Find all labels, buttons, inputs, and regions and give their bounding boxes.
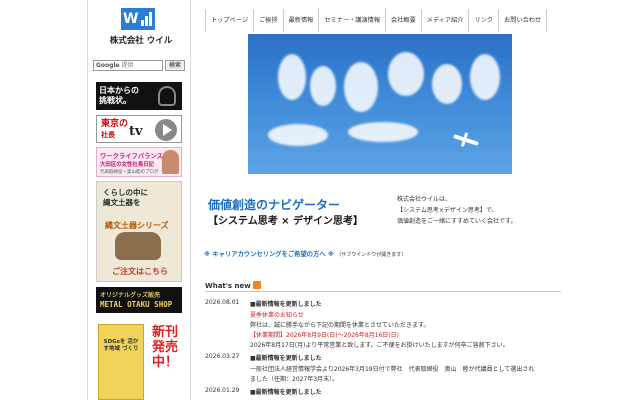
banner-jomon-pottery[interactable]: くらしの中に 縄文土器を 縄文土器シリーズ ご注文はこちら — [96, 181, 182, 282]
left-sidebar: W 株式会社 ウイル Google 提供 検索 日本からの 挑戦状。 東京の 社… — [87, 0, 191, 400]
news-line: 一般社団法人経営情報学会より2026年3月19日付で弊社 代表取締役 奥山 睦が… — [250, 366, 535, 373]
tagline-description: 株式会社ウイルは、 【システム思考×デザイン思考】で、 価値創造をご一緒にすすめ… — [397, 194, 537, 227]
search-placeholder-brand: Google — [96, 62, 120, 69]
news-date: 2026.03.27 — [205, 353, 240, 360]
banner-challenge-text: 日本からの 挑戦状。 — [99, 85, 139, 105]
play-icon — [155, 119, 177, 141]
banner-tokyo-tv[interactable]: 東京の 社長 tv — [96, 115, 182, 143]
news-line: 【休業期間】2026年8月9日(日)〜2026年8月16日(日) — [250, 332, 399, 339]
news-headline: ■最新情報を更新しました — [250, 301, 322, 308]
banner-otaku-line1: オリジナルグッズ販売 — [100, 292, 161, 299]
rss-icon[interactable] — [252, 281, 261, 289]
banner-tokyo-line1: 東京の — [101, 119, 129, 129]
company-logo[interactable]: W 株式会社 ウイル — [88, 0, 190, 54]
nav-greeting[interactable]: ご挨拶 — [253, 9, 283, 32]
logo-mark-icon: W — [121, 8, 155, 30]
main-nav: トップページ ご挨拶 最新情報 セミナー・講演情報 会社概要 メディア紹介 リン… — [205, 9, 548, 32]
news-item: 2026.08.01 ■最新情報を更新しました 夏季休業のお知らせ 弊社は、誠に… — [205, 299, 555, 355]
nav-news[interactable]: 最新情報 — [282, 9, 319, 32]
banner-challenge[interactable]: 日本からの 挑戦状。 — [96, 82, 182, 110]
news-line: 弊社は、誠に勝手ながら下記の期間を休業とさせていただきます。 — [250, 322, 430, 329]
search-input[interactable]: Google 提供 — [93, 60, 163, 71]
new-release-badge: 新刊発売中！ — [151, 325, 178, 370]
site-search: Google 提供 検索 — [93, 60, 185, 72]
tagline-desc-line2: 【システム思考×デザイン思考】で、 — [397, 207, 498, 214]
nav-company[interactable]: 会社概要 — [385, 9, 421, 32]
banner-jomon-heading: くらしの中に 縄文土器を — [103, 188, 177, 208]
career-counseling-link[interactable]: ※ キャリアカウンセリングをご希望の方へ ※ （サブウインドウが開きます） — [204, 249, 406, 258]
nav-seminar[interactable]: セミナー・講演情報 — [318, 9, 385, 32]
banner-worklife-line2: 大田区の女性社長日記 — [100, 162, 154, 168]
nav-top[interactable]: トップページ — [205, 9, 253, 32]
banner-tokyo-tv-text: tv — [129, 124, 143, 139]
search-button[interactable]: 検索 — [165, 60, 185, 71]
whats-new-title: What's new — [205, 282, 251, 290]
career-link-label: ※ キャリアカウンセリングをご希望の方へ ※ — [204, 251, 334, 258]
news-line: 2026年8月17日(月)より平常営業と致します。ご不便をお掛けいたしますが何卒… — [250, 342, 509, 349]
news-item: 2026.03.27 ■最新情報を更新しました 一般社団法人経営情報学会より20… — [205, 353, 555, 387]
tagline-desc-line1: 株式会社ウイルは、 — [397, 196, 452, 203]
banner-worklife-blog[interactable]: ワークライフバランス 大田区の女性社長日記 代表取締役・奥山睦のブログ — [96, 147, 182, 177]
nav-media[interactable]: メディア紹介 — [420, 9, 469, 32]
banner-jomon-line1: くらしの中に — [103, 188, 148, 197]
banner-challenge-line2: 挑戦状。 — [99, 95, 131, 105]
book-cover: SDGsを 活かす地域 づくり — [98, 324, 144, 400]
logo-bars-icon — [141, 12, 152, 26]
search-placeholder-suffix: 提供 — [121, 62, 134, 69]
banner-metal-otaku[interactable]: オリジナルグッズ販売 METAL OTAKU SHOP — [96, 287, 182, 313]
banner-worklife-line3: 代表取締役・奥山睦のブログ — [100, 170, 159, 175]
banner-new-book[interactable]: SDGsを 活かす地域 づくり 新刊発売中！ — [96, 320, 182, 400]
banner-tokyo-line2: 社長 — [101, 130, 115, 139]
news-line: 夏季休業のお知らせ — [250, 312, 304, 319]
book-title: SDGsを 活かす地域 づくり — [103, 339, 139, 352]
banner-worklife-line1: ワークライフバランス — [100, 153, 163, 160]
tagline-desc-line3: 価値創造をご一緒にすすめていく会社です。 — [397, 218, 517, 225]
pottery-image — [115, 232, 161, 260]
news-date: 2026.08.01 — [205, 299, 240, 306]
banner-jomon-series: 縄文土器シリーズ — [105, 220, 169, 230]
nav-links[interactable]: リンク — [468, 9, 498, 32]
portrait-photo — [162, 150, 179, 174]
hero-sky-image — [248, 34, 512, 174]
news-item: 2026.01.29 ■最新情報を更新しました — [205, 387, 555, 399]
product-image-icon — [158, 86, 176, 106]
nav-contact[interactable]: お問い合わせ — [498, 9, 548, 32]
banner-otaku-line2: METAL OTAKU SHOP — [100, 300, 173, 309]
banner-jomon-line2: 縄文土器を — [103, 198, 141, 207]
company-name: 株式会社 ウイル — [109, 36, 173, 46]
logo-letter: W — [123, 11, 139, 27]
news-headline: ■最新情報を更新しました — [250, 355, 322, 362]
news-headline: ■最新情報を更新しました — [250, 389, 322, 396]
tagline-subtitle: 【システム思考 × デザイン思考】 — [208, 216, 364, 227]
banner-jomon-cta: ご注文はこちら — [112, 267, 168, 276]
news-date: 2026.01.29 — [205, 387, 240, 394]
news-line: ました（任期：2027年3月末）。 — [250, 376, 339, 383]
tagline-title: 価値創造のナビゲーター — [208, 198, 341, 212]
career-link-note: （サブウインドウが開きます） — [336, 252, 407, 258]
airplane-icon — [453, 134, 479, 146]
whats-new-heading: What's new — [205, 281, 561, 292]
banner-challenge-line1: 日本からの — [99, 85, 139, 95]
